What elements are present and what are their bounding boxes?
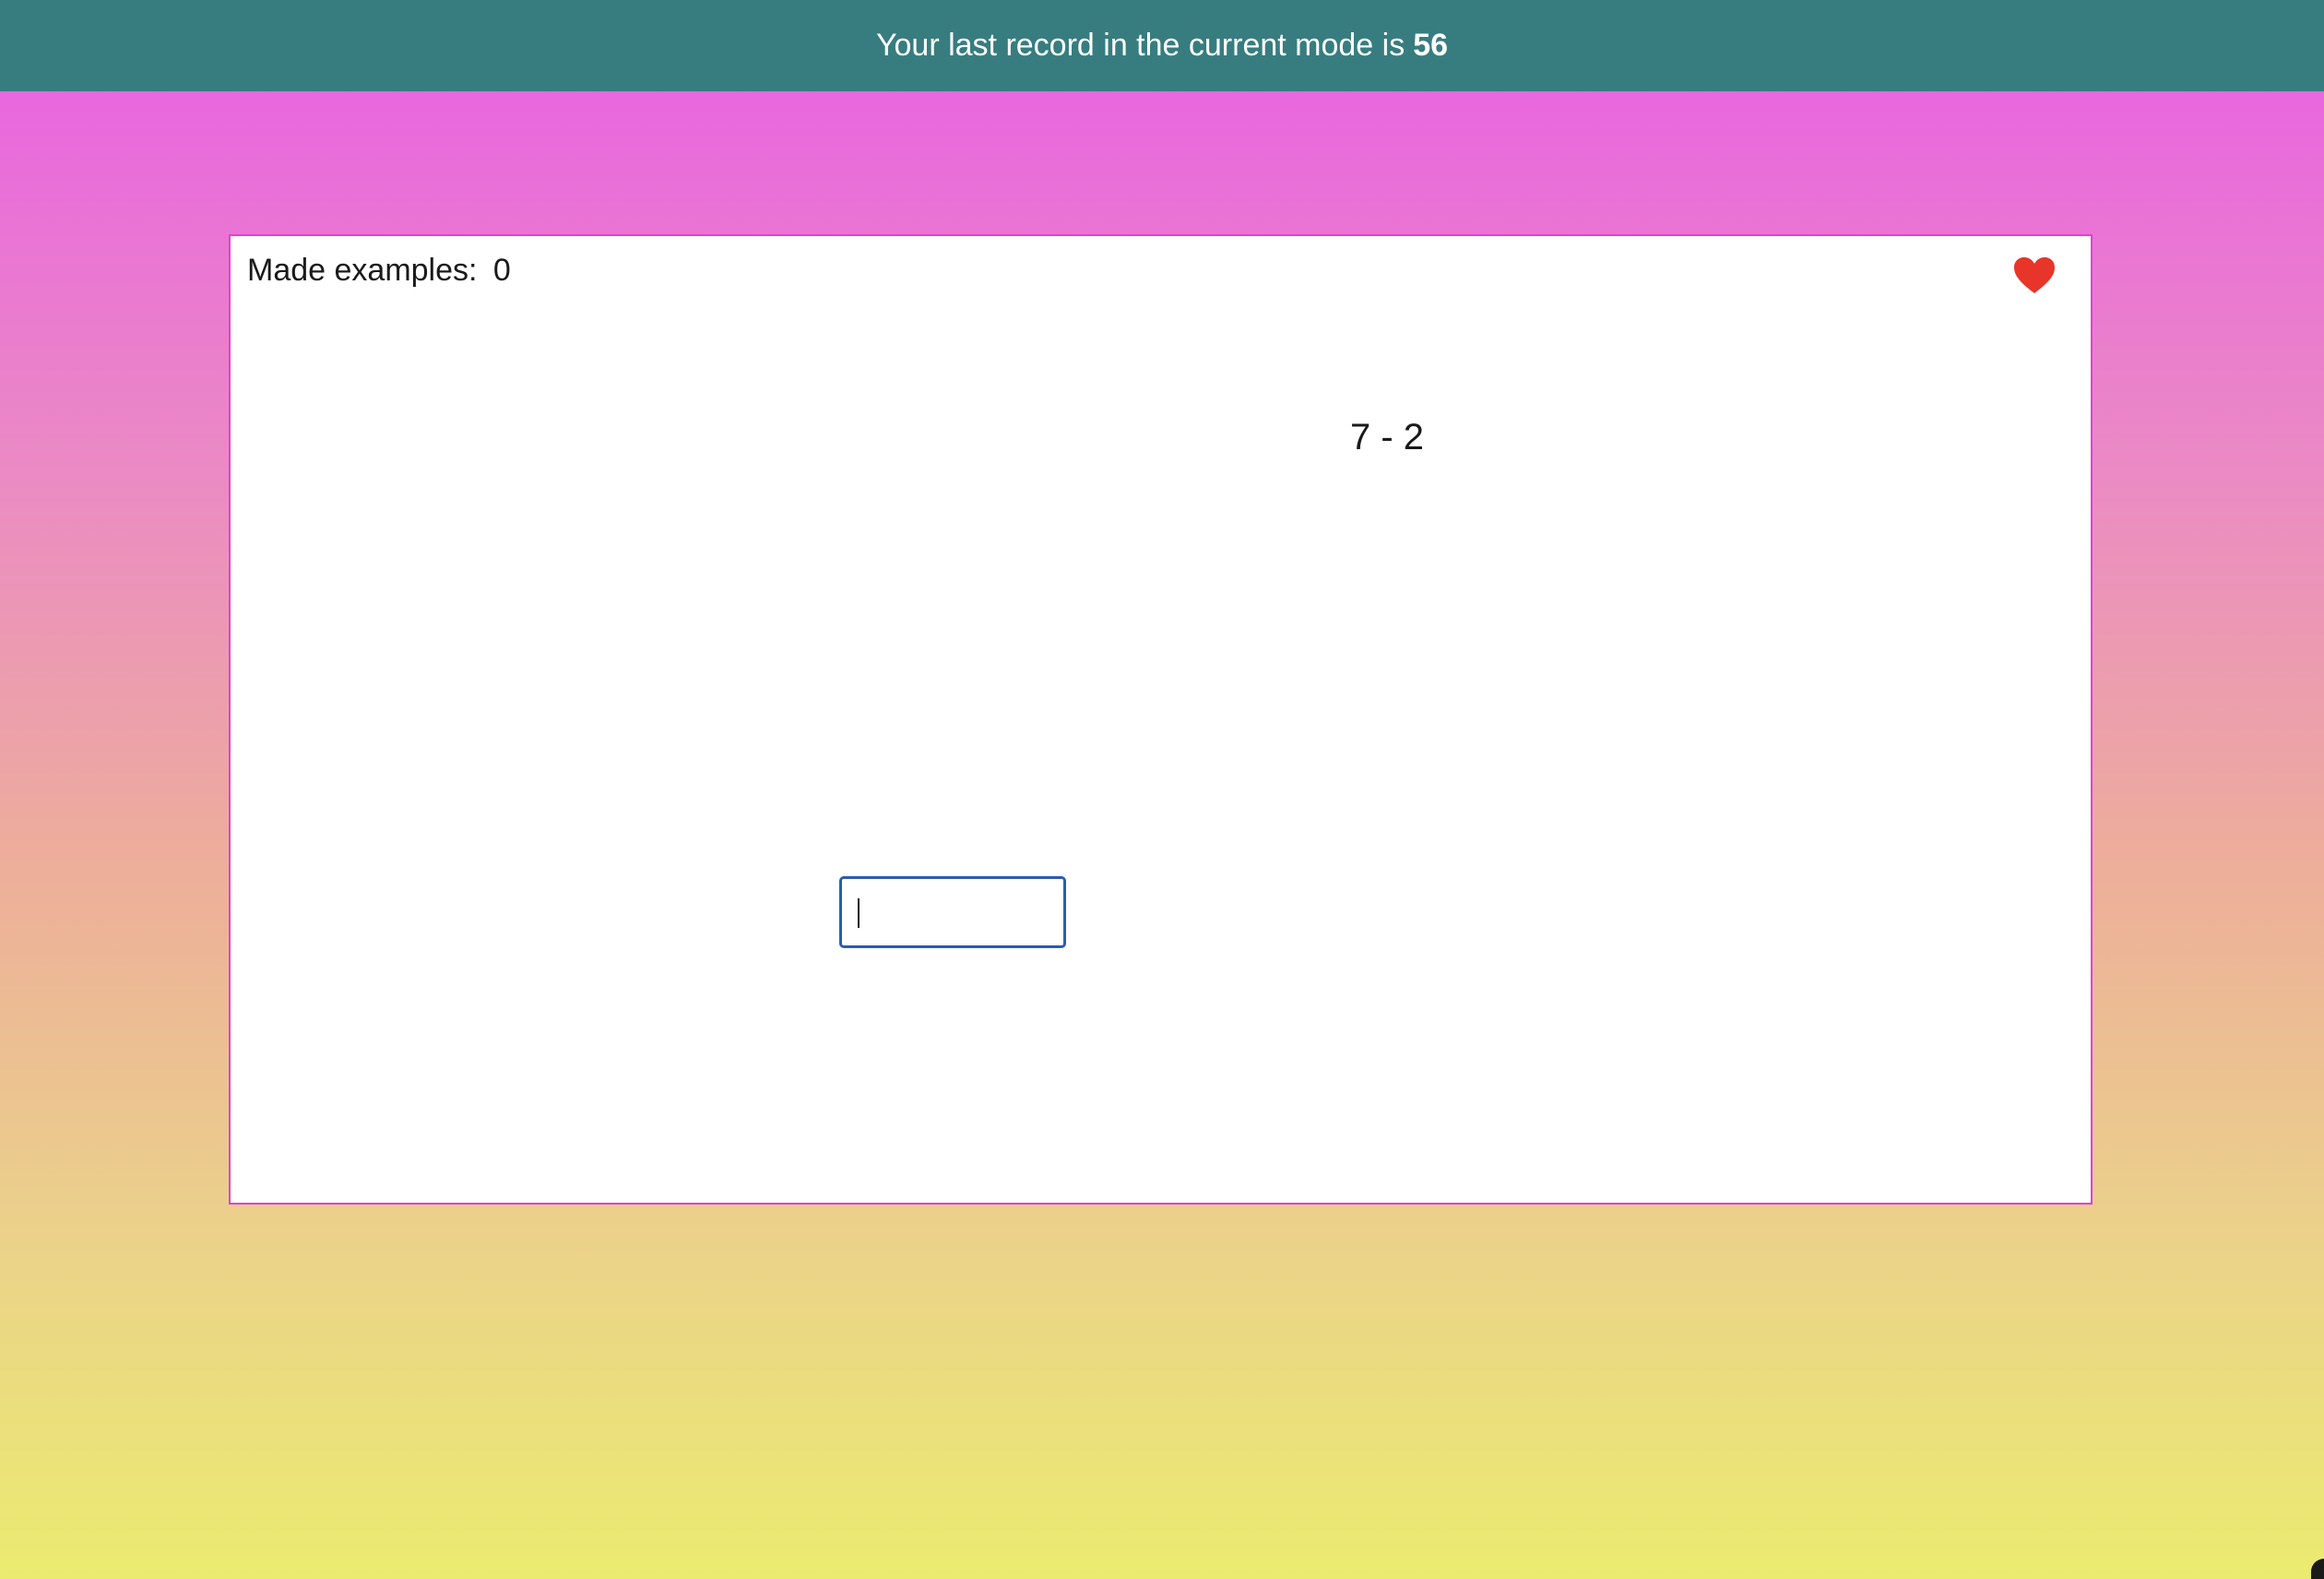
answer-input[interactable] [839, 876, 1066, 948]
game-panel: Made examples: 0 7 - 2 [229, 234, 2093, 1205]
made-examples-counter: Made examples: 0 [247, 253, 511, 289]
window-corner [2311, 1559, 2324, 1579]
record-value: 56 [1413, 28, 1449, 63]
record-banner-text: Your last record in the current mode is [875, 28, 1405, 63]
made-examples-value: 0 [492, 253, 511, 288]
text-caret [858, 898, 860, 928]
heart-icon [2014, 257, 2055, 293]
record-banner: Your last record in the current mode is … [0, 0, 2324, 91]
made-examples-label: Made examples: [247, 253, 478, 288]
math-example: 7 - 2 [1350, 417, 1425, 457]
